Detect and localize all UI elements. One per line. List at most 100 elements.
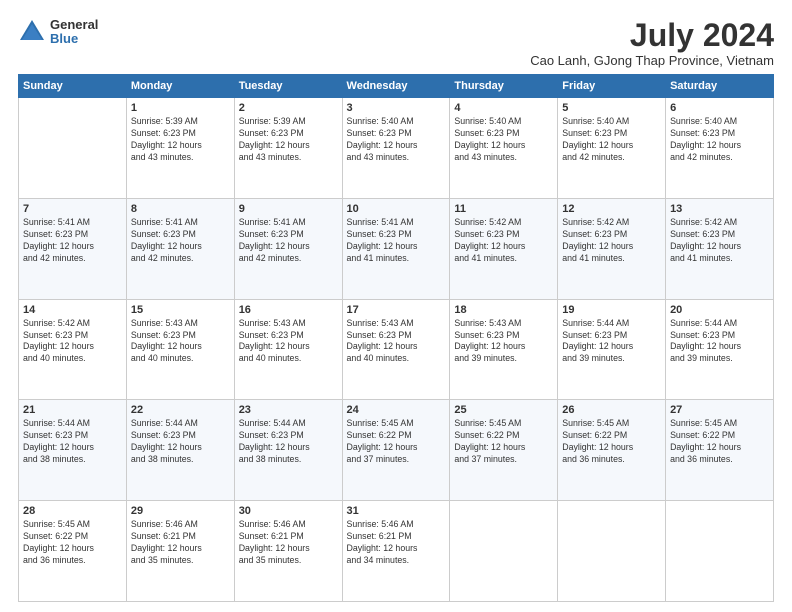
calendar-cell: 25 Sunrise: 5:45 AMSunset: 6:22 PMDayligh… [450, 400, 558, 501]
calendar-cell: 10 Sunrise: 5:41 AMSunset: 6:23 PMDayligh… [342, 198, 450, 299]
week-row-2: 7 Sunrise: 5:41 AMSunset: 6:23 PMDaylight… [19, 198, 774, 299]
day-number: 1 [131, 102, 230, 114]
day-number: 29 [131, 505, 230, 517]
logo-icon [18, 18, 46, 46]
day-number: 28 [23, 505, 122, 517]
calendar-cell: 2 Sunrise: 5:39 AMSunset: 6:23 PMDaylight… [234, 98, 342, 199]
calendar-table: Sunday Monday Tuesday Wednesday Thursday… [18, 74, 774, 602]
col-saturday: Saturday [666, 75, 774, 98]
day-number: 10 [347, 203, 446, 215]
calendar-cell: 18Sunrise: 5:43 AMSunset: 6:23 PMDayligh… [450, 299, 558, 400]
logo-blue: Blue [50, 32, 98, 46]
col-wednesday: Wednesday [342, 75, 450, 98]
day-info: Sunrise: 5:43 AMSunset: 6:23 PMDaylight:… [454, 318, 553, 366]
calendar-cell: 17 Sunrise: 5:43 AMSunset: 6:23 PMDayligh… [342, 299, 450, 400]
day-info: Sunrise: 5:44 AMSunset: 6:23 PMDaylight:… [131, 418, 230, 466]
calendar-cell: 12Sunrise: 5:42 AMSunset: 6:23 PMDayligh… [558, 198, 666, 299]
day-number: 2 [239, 102, 338, 114]
location: Cao Lanh, GJong Thap Province, Vietnam [530, 53, 774, 68]
logo: General Blue [18, 18, 98, 47]
day-number: 6 [670, 102, 769, 114]
day-info: Sunrise: 5:41 AMSunset: 6:23 PMDaylight:… [131, 217, 230, 265]
day-info: Sunrise: 5:45 AMSunset: 6:22 PMDaylight:… [454, 418, 553, 466]
day-number: 17 [347, 304, 446, 316]
day-info: Sunrise: 5:42 AMSunset: 6:23 PMDaylight:… [454, 217, 553, 265]
day-info: Sunrise: 5:41 AMSunset: 6:23 PMDaylight:… [347, 217, 446, 265]
day-info: Sunrise: 5:46 AMSunset: 6:21 PMDaylight:… [131, 519, 230, 567]
day-number: 16 [239, 304, 338, 316]
day-number: 7 [23, 203, 122, 215]
day-info: Sunrise: 5:42 AMSunset: 6:23 PMDaylight:… [562, 217, 661, 265]
calendar-cell [666, 501, 774, 602]
day-number: 15 [131, 304, 230, 316]
calendar-cell [19, 98, 127, 199]
day-number: 4 [454, 102, 553, 114]
header: General Blue July 2024 Cao Lanh, GJong T… [18, 18, 774, 68]
calendar-cell: 26Sunrise: 5:45 AMSunset: 6:22 PMDayligh… [558, 400, 666, 501]
day-number: 19 [562, 304, 661, 316]
day-info: Sunrise: 5:40 AMSunset: 6:23 PMDaylight:… [562, 116, 661, 164]
col-monday: Monday [126, 75, 234, 98]
calendar-cell: 14Sunrise: 5:42 AMSunset: 6:23 PMDayligh… [19, 299, 127, 400]
week-row-4: 21Sunrise: 5:44 AMSunset: 6:23 PMDayligh… [19, 400, 774, 501]
calendar-cell: 6 Sunrise: 5:40 AMSunset: 6:23 PMDaylight… [666, 98, 774, 199]
day-info: Sunrise: 5:45 AMSunset: 6:22 PMDaylight:… [23, 519, 122, 567]
calendar-cell: 30 Sunrise: 5:46 AMSunset: 6:21 PMDayligh… [234, 501, 342, 602]
day-info: Sunrise: 5:40 AMSunset: 6:23 PMDaylight:… [347, 116, 446, 164]
day-info: Sunrise: 5:43 AMSunset: 6:23 PMDaylight:… [239, 318, 338, 366]
col-tuesday: Tuesday [234, 75, 342, 98]
calendar-cell: 9 Sunrise: 5:41 AMSunset: 6:23 PMDaylight… [234, 198, 342, 299]
day-info: Sunrise: 5:46 AMSunset: 6:21 PMDaylight:… [347, 519, 446, 567]
calendar-cell: 1 Sunrise: 5:39 AMSunset: 6:23 PMDaylight… [126, 98, 234, 199]
calendar-cell: 16 Sunrise: 5:43 AMSunset: 6:23 PMDayligh… [234, 299, 342, 400]
day-number: 9 [239, 203, 338, 215]
col-sunday: Sunday [19, 75, 127, 98]
calendar-cell: 31 Sunrise: 5:46 AMSunset: 6:21 PMDayligh… [342, 501, 450, 602]
col-friday: Friday [558, 75, 666, 98]
day-number: 25 [454, 404, 553, 416]
day-info: Sunrise: 5:39 AMSunset: 6:23 PMDaylight:… [131, 116, 230, 164]
calendar-cell: 23 Sunrise: 5:44 AMSunset: 6:23 PMDayligh… [234, 400, 342, 501]
day-info: Sunrise: 5:42 AMSunset: 6:23 PMDaylight:… [670, 217, 769, 265]
week-row-1: 1 Sunrise: 5:39 AMSunset: 6:23 PMDaylight… [19, 98, 774, 199]
logo-general: General [50, 18, 98, 32]
day-info: Sunrise: 5:43 AMSunset: 6:23 PMDaylight:… [131, 318, 230, 366]
calendar-cell: 22 Sunrise: 5:44 AMSunset: 6:23 PMDayligh… [126, 400, 234, 501]
day-number: 23 [239, 404, 338, 416]
calendar-cell: 4 Sunrise: 5:40 AMSunset: 6:23 PMDaylight… [450, 98, 558, 199]
month-title: July 2024 [530, 18, 774, 53]
day-number: 13 [670, 203, 769, 215]
calendar-cell: 15 Sunrise: 5:43 AMSunset: 6:23 PMDayligh… [126, 299, 234, 400]
week-row-5: 28 Sunrise: 5:45 AMSunset: 6:22 PMDayligh… [19, 501, 774, 602]
calendar-cell: 24Sunrise: 5:45 AMSunset: 6:22 PMDayligh… [342, 400, 450, 501]
calendar-cell: 7Sunrise: 5:41 AMSunset: 6:23 PMDaylight… [19, 198, 127, 299]
day-info: Sunrise: 5:41 AMSunset: 6:23 PMDaylight:… [239, 217, 338, 265]
day-info: Sunrise: 5:43 AMSunset: 6:23 PMDaylight:… [347, 318, 446, 366]
day-number: 22 [131, 404, 230, 416]
calendar-cell: 29 Sunrise: 5:46 AMSunset: 6:21 PMDayligh… [126, 501, 234, 602]
calendar-cell: 20Sunrise: 5:44 AMSunset: 6:23 PMDayligh… [666, 299, 774, 400]
day-info: Sunrise: 5:46 AMSunset: 6:21 PMDaylight:… [239, 519, 338, 567]
day-number: 3 [347, 102, 446, 114]
day-number: 27 [670, 404, 769, 416]
calendar-cell: 8 Sunrise: 5:41 AMSunset: 6:23 PMDaylight… [126, 198, 234, 299]
day-number: 31 [347, 505, 446, 517]
calendar-cell [558, 501, 666, 602]
day-number: 26 [562, 404, 661, 416]
title-block: July 2024 Cao Lanh, GJong Thap Province,… [530, 18, 774, 68]
calendar-cell: 3 Sunrise: 5:40 AMSunset: 6:23 PMDaylight… [342, 98, 450, 199]
day-info: Sunrise: 5:40 AMSunset: 6:23 PMDaylight:… [670, 116, 769, 164]
day-info: Sunrise: 5:44 AMSunset: 6:23 PMDaylight:… [562, 318, 661, 366]
day-info: Sunrise: 5:45 AMSunset: 6:22 PMDaylight:… [670, 418, 769, 466]
calendar-cell: 19 Sunrise: 5:44 AMSunset: 6:23 PMDayligh… [558, 299, 666, 400]
day-info: Sunrise: 5:44 AMSunset: 6:23 PMDaylight:… [23, 418, 122, 466]
day-number: 11 [454, 203, 553, 215]
day-info: Sunrise: 5:44 AMSunset: 6:23 PMDaylight:… [239, 418, 338, 466]
calendar-cell [450, 501, 558, 602]
page: General Blue July 2024 Cao Lanh, GJong T… [0, 0, 792, 612]
day-info: Sunrise: 5:39 AMSunset: 6:23 PMDaylight:… [239, 116, 338, 164]
day-number: 30 [239, 505, 338, 517]
day-number: 24 [347, 404, 446, 416]
day-info: Sunrise: 5:40 AMSunset: 6:23 PMDaylight:… [454, 116, 553, 164]
day-number: 8 [131, 203, 230, 215]
